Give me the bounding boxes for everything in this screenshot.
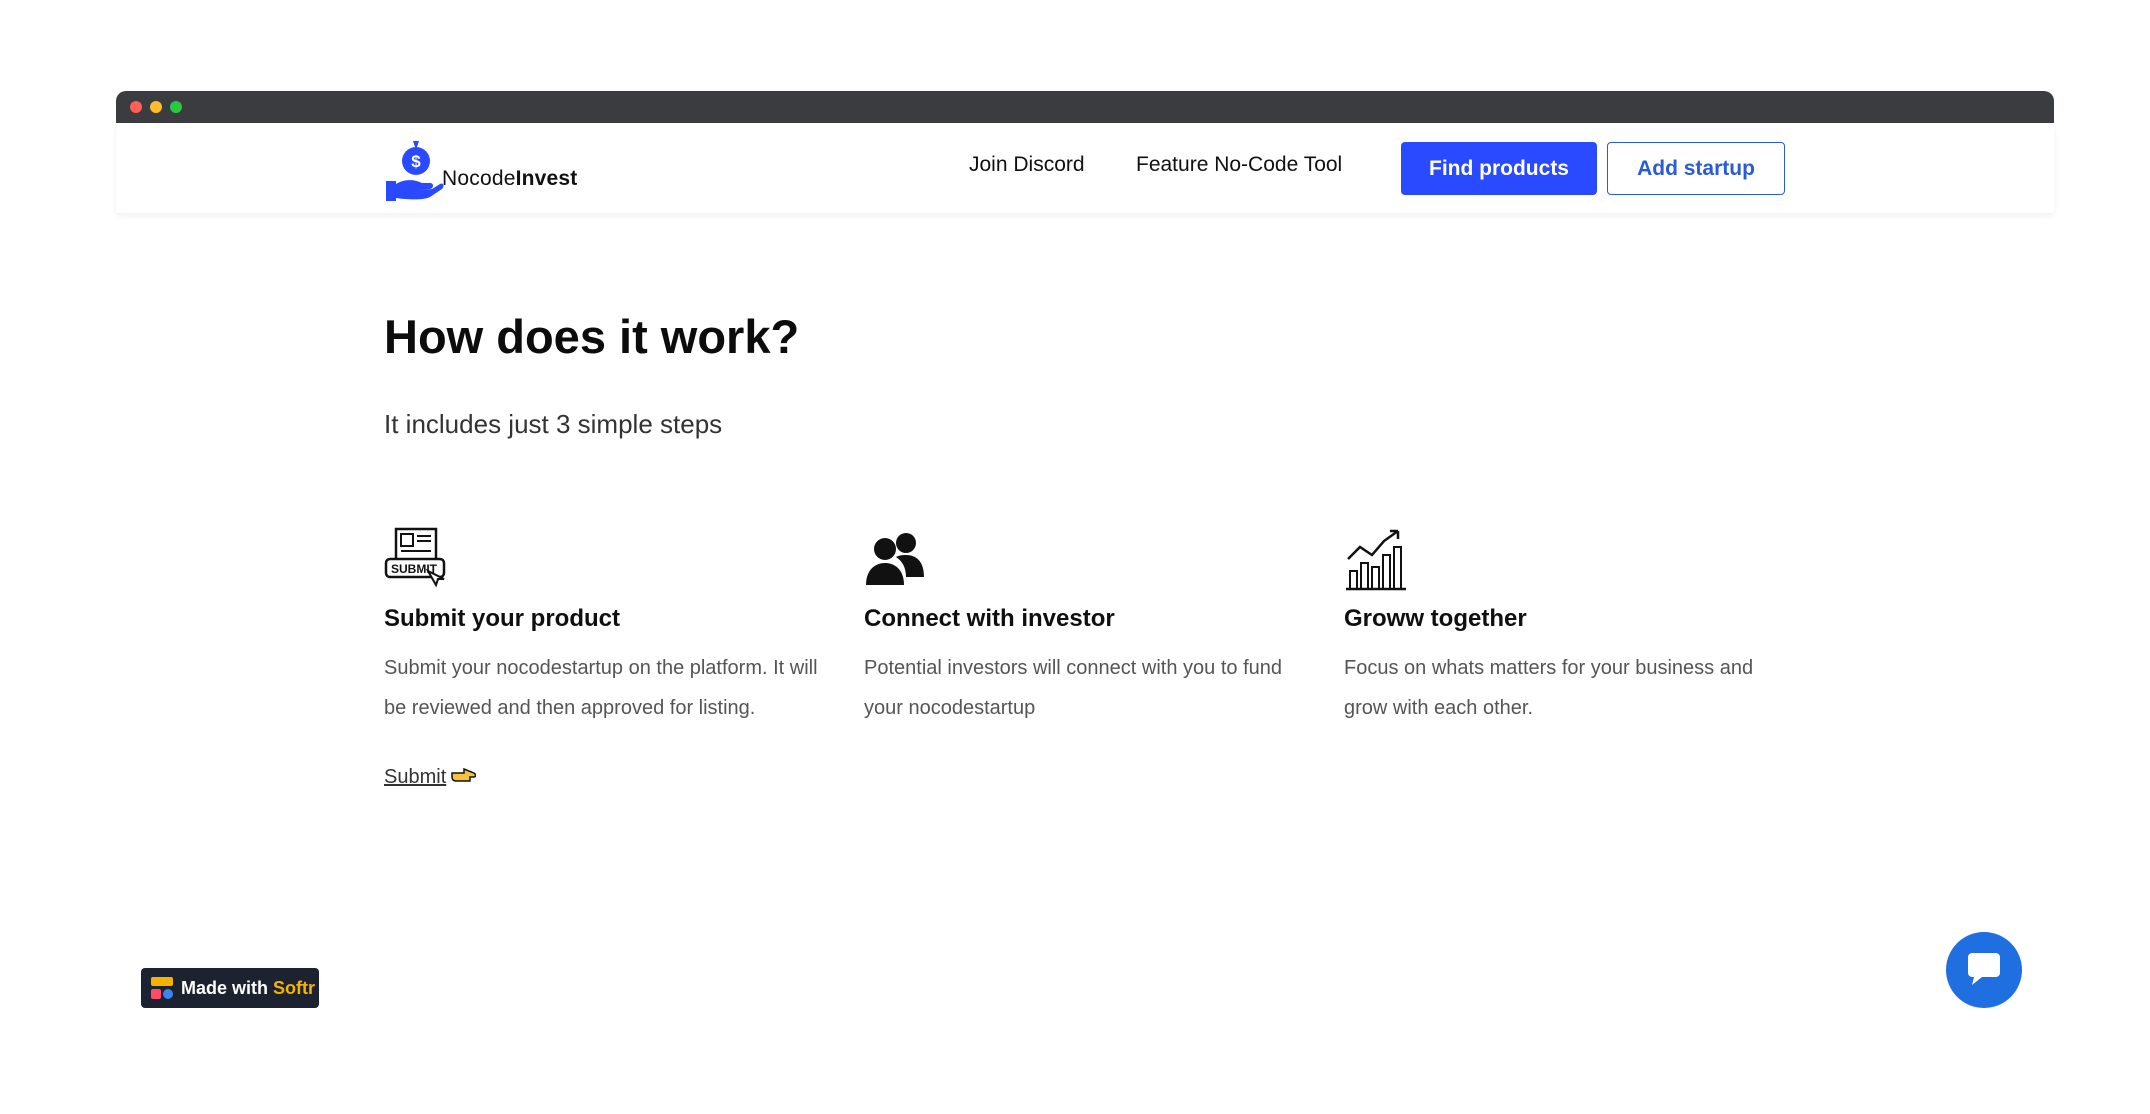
money-hand-icon: $: [386, 141, 444, 201]
step-title: Submit your product: [384, 605, 620, 632]
growth-chart-icon: [1346, 529, 1406, 591]
chat-bubble-icon: [1968, 953, 2000, 985]
svg-text:$: $: [411, 152, 421, 171]
nav-feature-tool-link[interactable]: Feature No-Code Tool: [1136, 153, 1342, 177]
find-products-button[interactable]: Find products: [1401, 142, 1597, 195]
minimize-window-dot[interactable]: [150, 101, 162, 113]
window-titlebar: [116, 91, 2054, 123]
section-subtitle: It includes just 3 simple steps: [384, 409, 723, 439]
brand-logo[interactable]: $ NocodeInvest: [384, 133, 577, 203]
users-icon: [866, 533, 924, 585]
section-title: How does it work?: [384, 310, 800, 363]
brand-name: NocodeInvest: [442, 167, 578, 190]
close-window-dot[interactable]: [130, 101, 142, 113]
badge-prefix: Made with: [181, 977, 269, 998]
add-startup-button[interactable]: Add startup: [1607, 142, 1785, 195]
step-description: Submit your nocodestartup on the platfor…: [384, 657, 818, 719]
submit-link[interactable]: Submit: [384, 765, 477, 789]
chat-widget-button[interactable]: [1946, 932, 2022, 1008]
maximize-window-dot[interactable]: [170, 101, 182, 113]
step-description: Focus on whats matters for your business…: [1344, 657, 1754, 719]
made-with-softr-badge[interactable]: Made with Softr: [141, 968, 319, 1008]
browser-window: $ NocodeInvest Join Discord Feature No-C…: [116, 91, 2054, 1051]
badge-brand: Softr: [273, 977, 316, 998]
softr-logo-icon: [151, 977, 173, 999]
pointing-hand-icon: [450, 765, 477, 789]
step-title: Connect with investor: [864, 605, 1115, 632]
step-title: Groww together: [1344, 605, 1527, 632]
submit-form-icon: SUBMIT: [384, 527, 446, 588]
step-description: Potential investors will connect with yo…: [864, 657, 1282, 719]
submit-link-label: Submit: [384, 766, 447, 788]
nav-join-discord-link[interactable]: Join Discord: [969, 153, 1085, 177]
top-navbar: $ NocodeInvest Join Discord Feature No-C…: [116, 123, 2054, 213]
